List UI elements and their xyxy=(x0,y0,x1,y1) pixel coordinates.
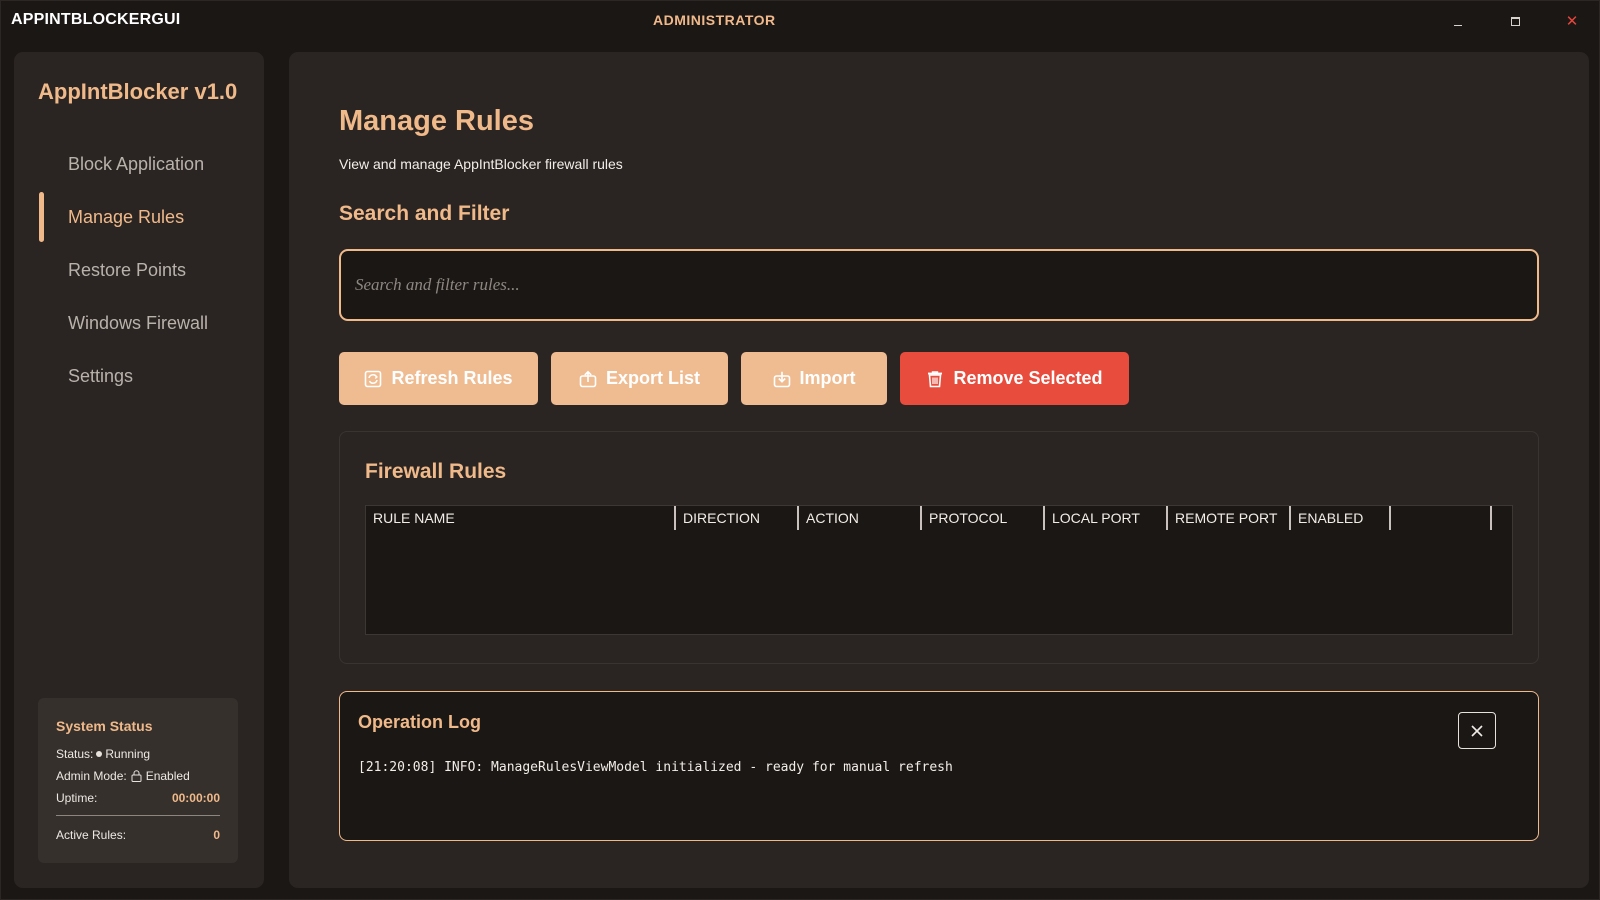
active-rules-label: Active Rules: xyxy=(56,828,127,842)
rules-table-header: RULE NAME DIRECTION ACTION PROTOCOL LOCA… xyxy=(366,506,1512,532)
maximize-icon xyxy=(1510,16,1520,26)
log-entry: [21:20:08] INFO: ManageRulesViewModel in… xyxy=(358,760,953,775)
uptime-value: 00:00:00 xyxy=(171,791,220,805)
active-rules-value: 0 xyxy=(213,828,220,842)
sidebar-item-label: Restore Points xyxy=(68,260,187,280)
column-header-rule-name[interactable]: RULE NAME xyxy=(366,506,674,530)
minimize-button[interactable] xyxy=(1438,7,1478,35)
maximize-button[interactable] xyxy=(1495,7,1535,35)
import-label: Import xyxy=(799,368,856,388)
close-icon xyxy=(1471,724,1483,737)
status-card-title: System Status xyxy=(56,718,153,734)
sidebar-item-manage-rules[interactable]: Manage Rules xyxy=(14,191,264,244)
column-header-protocol[interactable]: PROTOCOL xyxy=(920,506,1043,530)
import-button[interactable]: Import xyxy=(741,352,887,405)
search-section-title: Search and Filter xyxy=(339,202,510,225)
operation-log-title: Operation Log xyxy=(358,712,481,732)
main-content: Manage Rules View and manage AppIntBlock… xyxy=(289,52,1589,888)
refresh-icon xyxy=(365,370,382,387)
sidebar-item-block-application[interactable]: Block Application xyxy=(14,138,264,191)
trash-icon xyxy=(928,370,943,387)
lock-icon xyxy=(131,770,142,782)
page-title: Manage Rules xyxy=(339,105,534,137)
system-status-card: System Status Status: Running Admin Mode:… xyxy=(38,698,238,863)
firewall-rules-panel: Firewall Rules RULE NAME DIRECTION ACTIO… xyxy=(339,431,1539,664)
status-row: Status: Running xyxy=(56,743,220,765)
column-header-enabled[interactable]: ENABLED xyxy=(1289,506,1389,530)
active-rules-row: Active Rules: 0 xyxy=(56,824,220,846)
admin-caption: ADMINISTRATOR xyxy=(653,12,776,28)
clear-log-button[interactable] xyxy=(1458,712,1496,749)
sidebar-item-windows-firewall[interactable]: Windows Firewall xyxy=(14,297,264,350)
app-caption: APPINTBLOCKERGUI xyxy=(11,11,181,28)
app-window: APPINTBLOCKERGUI ADMINISTRATOR ✕ AppIntB… xyxy=(0,0,1600,900)
rules-table[interactable]: RULE NAME DIRECTION ACTION PROTOCOL LOCA… xyxy=(365,505,1513,635)
status-divider xyxy=(56,815,220,816)
remove-selected-button[interactable]: Remove Selected xyxy=(900,352,1129,405)
sidebar-item-restore-points[interactable]: Restore Points xyxy=(14,244,264,297)
search-box[interactable] xyxy=(339,249,1539,321)
export-icon xyxy=(579,370,597,387)
remove-selected-label: Remove Selected xyxy=(953,368,1103,388)
sidebar-item-label: Windows Firewall xyxy=(68,313,209,333)
admin-mode-value: Enabled xyxy=(145,769,190,783)
status-label: Status: xyxy=(56,747,94,761)
sidebar-item-label: Block Application xyxy=(68,154,205,174)
app-title: AppIntBlocker v1.0 xyxy=(38,79,238,104)
close-icon: ✕ xyxy=(1565,13,1579,30)
refresh-rules-button[interactable]: Refresh Rules xyxy=(339,352,538,405)
column-header-local-port[interactable]: LOCAL PORT xyxy=(1043,506,1166,530)
minimize-icon xyxy=(1454,24,1462,26)
sidebar: AppIntBlocker v1.0 Block Application Man… xyxy=(14,52,264,888)
status-value: Running xyxy=(105,747,151,761)
column-header-remote-port[interactable]: REMOTE PORT xyxy=(1166,506,1289,530)
sidebar-item-settings[interactable]: Settings xyxy=(14,350,264,403)
sidebar-item-label: Manage Rules xyxy=(68,207,185,227)
export-list-label: Export List xyxy=(605,368,700,388)
admin-mode-row: Admin Mode: Enabled xyxy=(56,765,220,787)
operation-log-panel: Operation Log [21:20:08] INFO: ManageRul… xyxy=(339,691,1539,841)
firewall-rules-title: Firewall Rules xyxy=(365,460,507,483)
import-icon xyxy=(773,371,790,387)
refresh-rules-label: Refresh Rules xyxy=(391,368,513,388)
sidebar-item-label: Settings xyxy=(68,366,134,386)
status-dot-icon xyxy=(96,751,103,757)
title-bar[interactable]: APPINTBLOCKERGUI ADMINISTRATOR ✕ xyxy=(1,1,1600,41)
sidebar-nav: Block Application Manage Rules Restore P… xyxy=(14,138,264,403)
column-header-direction[interactable]: DIRECTION xyxy=(674,506,797,530)
admin-mode-label: Admin Mode: xyxy=(56,769,127,783)
column-separator xyxy=(1389,506,1391,530)
page-subtitle: View and manage AppIntBlocker firewall r… xyxy=(339,156,623,172)
search-input[interactable] xyxy=(355,275,1537,295)
column-header-action[interactable]: ACTION xyxy=(797,506,920,530)
uptime-row: Uptime: 00:00:00 xyxy=(56,787,220,809)
uptime-label: Uptime: xyxy=(56,791,98,805)
close-window-button[interactable]: ✕ xyxy=(1552,7,1592,35)
column-separator xyxy=(1490,506,1492,530)
export-list-button[interactable]: Export List xyxy=(551,352,728,405)
